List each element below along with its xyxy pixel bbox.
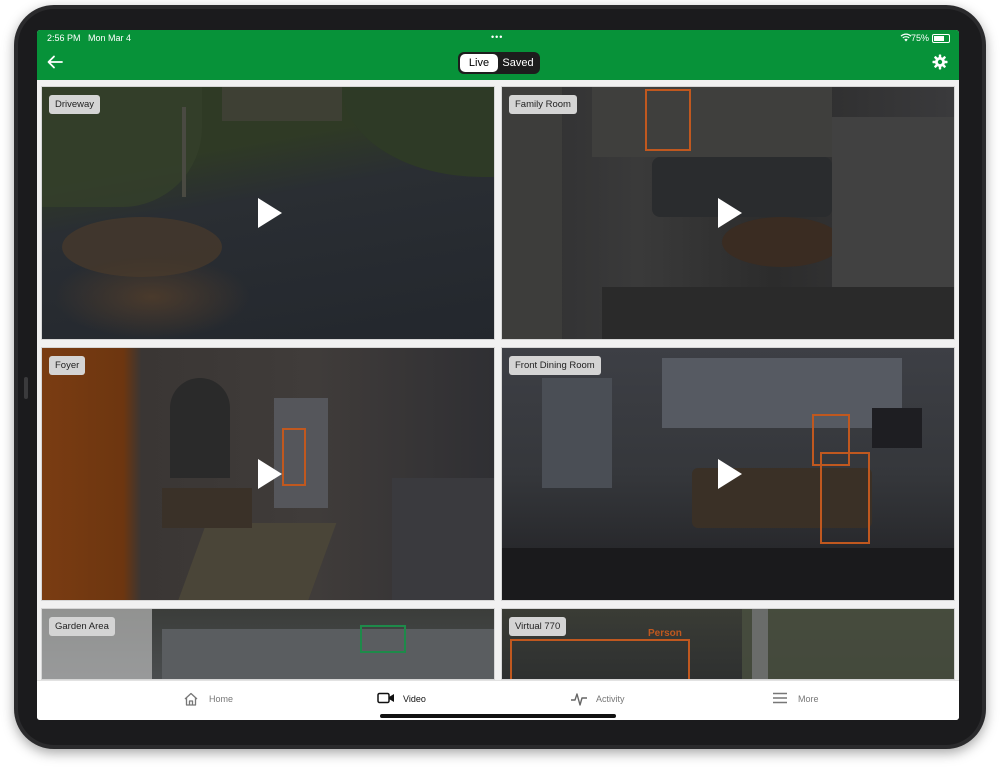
multitask-dots[interactable]: ••• <box>491 32 503 42</box>
app-screen: 2:56 PM Mon Mar 4 ••• 75% Live Saved Dri… <box>37 30 959 720</box>
segment-live[interactable]: Live <box>460 54 498 72</box>
segment-saved[interactable]: Saved <box>498 54 538 72</box>
side-button <box>24 377 28 399</box>
camera-label: Front Dining Room <box>509 356 601 375</box>
tab-label: Video <box>403 694 426 704</box>
gear-icon[interactable] <box>932 54 948 70</box>
tab-home[interactable]: Home <box>183 691 233 707</box>
play-icon[interactable] <box>718 459 742 489</box>
camera-label: Garden Area <box>49 617 115 636</box>
camera-tile-garden-area[interactable]: Garden Area <box>41 608 495 680</box>
tab-label: Home <box>209 694 234 704</box>
camera-label: Family Room <box>509 95 577 114</box>
camera-tile-family-room[interactable]: Family Room <box>501 86 955 340</box>
live-saved-toggle[interactable]: Live Saved <box>458 52 540 74</box>
tab-more[interactable]: More <box>772 691 819 707</box>
detection-label: Person <box>648 628 682 639</box>
tab-video[interactable]: Video <box>377 691 426 707</box>
person-detection-box <box>820 452 870 544</box>
camera-label: Driveway <box>49 95 101 114</box>
play-icon[interactable] <box>258 198 282 228</box>
video-camera-icon <box>377 691 395 707</box>
play-icon[interactable] <box>258 459 282 489</box>
camera-tile-foyer[interactable]: Foyer <box>41 347 495 601</box>
person-detection-box <box>510 639 690 679</box>
vehicle-detection-box <box>360 625 406 653</box>
battery-icon <box>932 34 950 43</box>
status-time: 2:56 PM <box>47 33 81 43</box>
play-icon[interactable] <box>718 198 742 228</box>
camera-tile-driveway[interactable]: Driveway <box>41 86 495 340</box>
app-header: 2:56 PM Mon Mar 4 ••• 75% Live Saved <box>37 30 959 80</box>
activity-pulse-icon <box>570 691 588 707</box>
tab-label: Activity <box>596 694 625 704</box>
home-icon <box>183 691 201 707</box>
person-detection-box <box>282 428 306 486</box>
person-detection-box <box>645 89 691 151</box>
tab-label: More <box>798 694 819 704</box>
back-arrow-icon[interactable] <box>45 53 65 71</box>
camera-label: Virtual 770 <box>509 617 567 636</box>
camera-tile-virtual-770[interactable]: Person Virtual 770 <box>501 608 955 680</box>
camera-label: Foyer <box>49 356 86 375</box>
hamburger-menu-icon <box>772 691 790 707</box>
home-indicator[interactable] <box>380 714 616 718</box>
status-date: Mon Mar 4 <box>88 33 132 43</box>
camera-tile-front-dining-room[interactable]: Front Dining Room <box>501 347 955 601</box>
tab-activity[interactable]: Activity <box>570 691 625 707</box>
battery-percent: 75% <box>910 33 929 43</box>
